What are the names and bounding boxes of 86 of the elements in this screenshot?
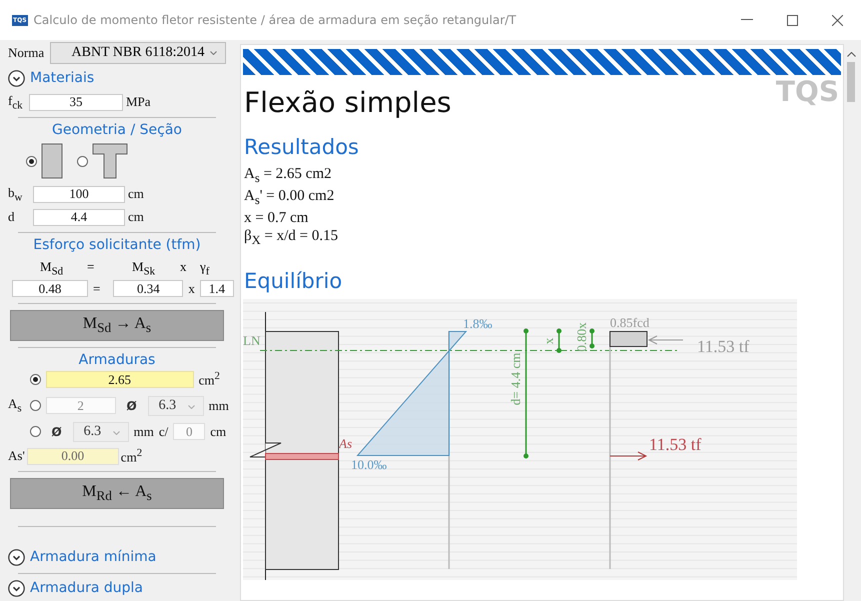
watermark-logo: TQS	[776, 75, 839, 108]
result-line: A$_{s}$' = 0.00 cm2	[244, 187, 336, 209]
section-title: Materiais	[30, 70, 94, 86]
expand-icon[interactable]	[8, 580, 25, 597]
section-title: Esforço solicitante (tfm)	[32, 237, 202, 253]
unit-label: cm	[210, 424, 226, 440]
unit-label: mm	[134, 424, 154, 440]
input-field[interactable]: 1.4	[200, 280, 234, 297]
page-heading: Flexão simples	[244, 85, 452, 121]
force-label: 11.53 tf	[649, 435, 702, 454]
close-icon[interactable]	[832, 14, 843, 26]
diameter-symbol: Ø	[50, 424, 63, 438]
unit-label: cm$^{2}$	[198, 370, 220, 389]
dimension-line	[556, 328, 562, 353]
radio-button[interactable]	[30, 374, 41, 385]
strain-label: 1.8‰	[463, 316, 492, 331]
column-header: M$_{Sk}$	[132, 259, 155, 278]
minimize-icon[interactable]	[741, 19, 753, 21]
window-title: Calculo de momento fletor resistente / área de armadura em seção retangular/T	[34, 13, 516, 27]
unit-label: cm	[128, 186, 144, 202]
stress-block	[610, 331, 648, 347]
scroll-up-icon[interactable]	[847, 52, 856, 57]
column-header: γ$_{f}$	[200, 259, 210, 278]
radio-button[interactable]	[26, 156, 37, 166]
calculate-button[interactable]: M$_{Rd}$ ← A$_{s}$	[10, 478, 224, 510]
reinforcement-label: As	[339, 436, 352, 451]
section-title: Armaduras	[78, 352, 156, 368]
field-label: b$_{w}$	[8, 184, 24, 204]
input-field[interactable]: 4.4	[33, 208, 125, 226]
section-title[interactable]: Armadura mínima	[30, 549, 156, 566]
radio-button[interactable]	[30, 400, 41, 411]
unit-label: cm$^{2}$	[120, 447, 142, 466]
section-heading: Equilíbrio	[244, 268, 344, 295]
unit-label: MPa	[126, 94, 151, 110]
caret-icon	[112, 430, 120, 434]
force-label: 11.53 tf	[697, 337, 750, 356]
scroll-thumb[interactable]	[847, 62, 855, 102]
radio-button[interactable]	[30, 426, 41, 437]
field-label: As'	[8, 448, 25, 464]
strain-label: 10.0‰	[351, 457, 387, 472]
tee-section-icon	[92, 143, 128, 179]
section-title[interactable]: Armadura dupla	[30, 580, 143, 596]
input-field[interactable]: 2.65	[46, 371, 194, 388]
diameter-dropdown[interactable]: 6.3	[148, 396, 204, 416]
result-line: x = 0.7 cm	[244, 209, 310, 227]
compression-arrow	[648, 336, 684, 344]
field-label: A$_{s}$	[8, 396, 22, 415]
calculate-button[interactable]: M$_{Sd}$ → A$_{s}$	[10, 310, 224, 341]
stress-label: 0.85fcd	[610, 315, 650, 330]
expand-icon[interactable]	[8, 70, 25, 86]
dimension-line	[590, 328, 594, 348]
radio-button[interactable]	[77, 156, 88, 166]
norma-dropdown[interactable]: ABNT NBR 6118:2014	[50, 42, 226, 64]
input-field[interactable]: 0.48	[12, 280, 88, 297]
input-field[interactable]: 35	[29, 94, 123, 110]
section-title: Geometria / Seção	[51, 122, 183, 138]
unit-label: cm	[128, 209, 144, 225]
field-label: d	[8, 209, 16, 225]
dimension-label: d= 4.4 cm	[508, 352, 523, 406]
field-label: f$_{ck}$	[8, 92, 24, 112]
caret-icon	[210, 51, 217, 55]
section-heading: Resultados	[244, 134, 360, 161]
result-line: A$_{s}$ = 2.65 cm2	[244, 165, 333, 187]
input-field[interactable]: 0.34	[113, 280, 184, 297]
column-header: =	[87, 259, 94, 275]
maximize-icon[interactable]	[787, 14, 798, 26]
unit-label: mm	[208, 398, 229, 414]
diameter-symbol: Ø	[126, 398, 138, 412]
break-line	[250, 442, 282, 458]
times-sign: x	[188, 280, 195, 296]
dimension-label: x	[541, 338, 556, 344]
equals-sign: =	[93, 280, 100, 296]
column-header: M$_{Sd}$	[40, 259, 63, 278]
tension-arrow	[610, 452, 648, 460]
caret-icon	[188, 404, 195, 408]
input-field[interactable]: 100	[33, 186, 125, 202]
neutral-axis-label: LN	[243, 333, 260, 348]
input-field[interactable]: 0.00	[26, 448, 119, 465]
norma-label: Norma	[8, 45, 44, 61]
column-header: x	[180, 259, 186, 275]
dimension-label: 0.80x	[574, 322, 589, 352]
result-line: β$_{X}$ = x/d = 0.15	[244, 227, 340, 249]
expand-icon[interactable]	[8, 548, 25, 566]
spacing-label: c/	[158, 424, 168, 440]
diameter-dropdown[interactable]: 6.3	[72, 422, 129, 442]
rectangle-section-icon	[41, 143, 63, 179]
